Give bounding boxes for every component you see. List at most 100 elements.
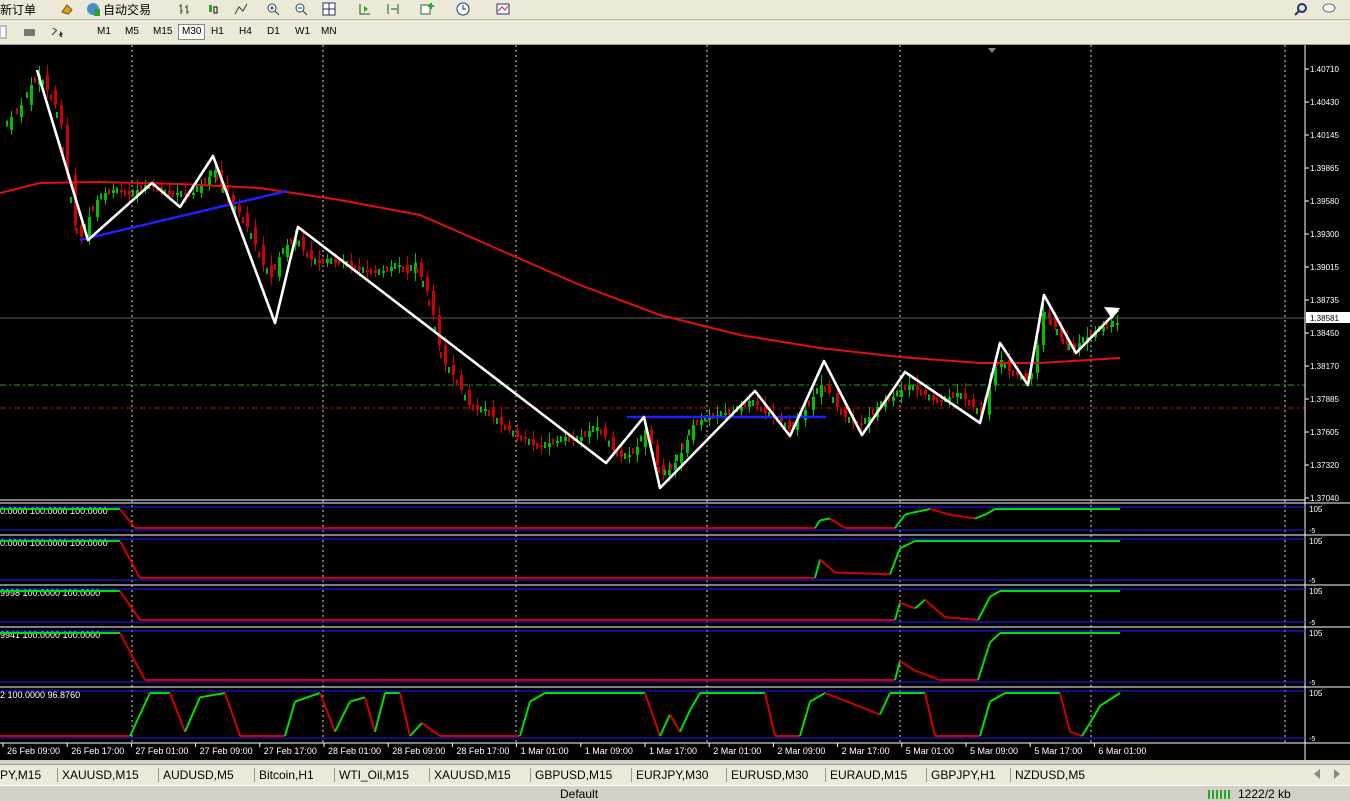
candle-body (824, 386, 826, 392)
time-label: 1 Mar 17:00 (649, 746, 697, 756)
indicator-line (829, 517, 846, 529)
symbol-tab[interactable]: EURAUD,M15 (830, 767, 907, 783)
indicator-line (911, 508, 931, 514)
experts-icon[interactable] (60, 1, 74, 17)
time-label: 28 Feb 17:00 (456, 746, 509, 756)
candle-body (636, 447, 639, 455)
candle-body (828, 385, 831, 393)
zoom-out-icon[interactable] (294, 1, 308, 17)
candle-body (46, 75, 49, 90)
candle-body (532, 439, 535, 445)
periods-clock-icon[interactable] (456, 1, 470, 17)
candle-body (836, 393, 839, 407)
candle-body (128, 191, 131, 195)
candle-body (26, 92, 28, 98)
candle-body (278, 257, 281, 277)
symbol-tab[interactable]: GBPUSD,M15 (535, 767, 612, 783)
candle-body (238, 205, 241, 213)
candlestick-icon[interactable] (206, 1, 220, 17)
candle-body (620, 450, 623, 457)
candle-body (176, 193, 179, 195)
candle-body (748, 401, 751, 407)
candle-body (314, 258, 316, 265)
candle-body (916, 385, 919, 390)
indicator-line (977, 596, 991, 621)
text-tool-icon[interactable] (0, 24, 14, 40)
timeframe-m1-button[interactable]: M1 (94, 24, 114, 40)
line-chart-icon[interactable] (234, 1, 248, 17)
candle-body (724, 413, 727, 415)
symbol-tab[interactable]: EURJPY,M30 (636, 767, 708, 783)
timeframe-toolbar: M1 M5 M15 M30 H1 H4 D1 W1 MN (0, 20, 1350, 45)
templates-icon[interactable] (496, 1, 510, 17)
symbol-tab[interactable]: Bitcoin,H1 (259, 767, 314, 783)
symbol-tab[interactable]: GBPJPY,H1 (931, 767, 995, 783)
candle-body (1012, 370, 1014, 376)
candle-body (656, 445, 659, 465)
indicator-line (374, 692, 386, 732)
candle-body (386, 266, 388, 272)
symbol-tab[interactable]: PY,M15 (0, 767, 41, 783)
label-tool-icon[interactable] (22, 24, 36, 40)
symbol-tab[interactable]: AUDUSD,M5 (163, 767, 234, 783)
tile-windows-icon[interactable] (322, 1, 336, 17)
tab-scroll-right-icon[interactable] (1334, 769, 1340, 779)
timeframe-m5-button[interactable]: M5 (122, 24, 142, 40)
timeframe-h4-button[interactable]: H4 (236, 24, 255, 40)
timeframe-d1-button[interactable]: D1 (264, 24, 283, 40)
auto-scroll-icon[interactable] (358, 1, 372, 17)
current-price-label: 1.38581 (1310, 314, 1339, 323)
indicator-line (814, 559, 821, 579)
candle-body (832, 397, 834, 403)
symbol-tab[interactable]: NZDUSD,M5 (1015, 767, 1085, 783)
candle-body (520, 435, 522, 441)
new-order-button[interactable]: 新订单 (0, 1, 36, 17)
chart-shift-icon[interactable] (386, 1, 400, 17)
candle-body (180, 191, 182, 197)
indicator-line (119, 590, 141, 621)
indicators-icon[interactable] (420, 1, 434, 17)
symbol-tab[interactable]: WTI_Oil,M15 (339, 767, 409, 783)
bar-chart-icon[interactable] (178, 1, 192, 17)
search-icon[interactable] (1294, 1, 1308, 17)
timeframe-w1-button[interactable]: W1 (292, 24, 313, 40)
timeframe-h1-button[interactable]: H1 (208, 24, 227, 40)
candle-body (464, 394, 466, 401)
chat-icon[interactable] (1322, 1, 1336, 17)
indicator-level-top-label: 105 (1309, 537, 1323, 546)
indicator-line (899, 601, 916, 610)
candle-body (528, 439, 530, 445)
timeframe-m30-button[interactable]: M30 (178, 24, 206, 40)
candle-body (258, 252, 260, 258)
price-chart[interactable]: 1.40710 1.40430 1.40145 1.39865 1.39580 1.393… (0, 45, 1350, 760)
auto-trading-button[interactable]: 自动交易 (86, 1, 151, 17)
candle-body (358, 267, 361, 270)
zoom-in-icon[interactable] (266, 1, 280, 17)
symbol-tab[interactable]: XAUUSD,M15 (62, 767, 139, 783)
candle-body (924, 390, 927, 395)
tab-scroll-left-icon[interactable] (1314, 769, 1320, 779)
indicator-line (169, 692, 186, 733)
indicator-line (519, 701, 531, 737)
candle-body (168, 190, 171, 195)
candle-body (334, 259, 337, 263)
candle-body (920, 389, 922, 396)
candle-body (1062, 338, 1064, 344)
symbol-tab[interactable]: EURUSD,M30 (731, 767, 808, 783)
candle-body (274, 264, 276, 270)
indicator-line (979, 701, 991, 737)
candle-body (492, 409, 495, 417)
candle-body (34, 77, 36, 83)
timeframe-m15-button[interactable]: M15 (150, 24, 175, 40)
candle-body (382, 271, 385, 273)
arrows-tool-icon[interactable] (50, 24, 64, 40)
indicator-values-label: 2 100.0000 96.8760 (0, 690, 80, 700)
price-label: 1.37605 (1310, 428, 1339, 437)
candle-body (908, 385, 911, 390)
price-label: 1.39580 (1310, 197, 1339, 206)
timeframe-mn-button[interactable]: MN (318, 24, 340, 40)
indicator-line (819, 558, 836, 574)
symbol-tab[interactable]: XAUUSD,M15 (434, 767, 511, 783)
chart-window[interactable]: 1.40710 1.40430 1.40145 1.39865 1.39580 1.393… (0, 45, 1350, 760)
price-label: 1.40710 (1310, 65, 1339, 74)
